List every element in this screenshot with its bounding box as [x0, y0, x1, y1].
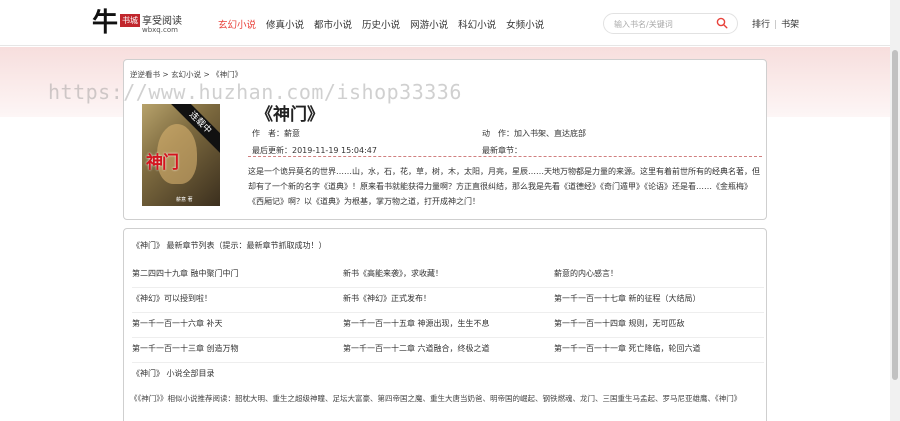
chapter-link[interactable]: 《神幻》可以授到啦！: [132, 293, 212, 304]
chapter-list-header: 《神门》 最新章节列表（提示：最新章节抓取成功！）: [132, 241, 327, 250]
chapter-link[interactable]: 第一千一百一十一章 死亡降临，轮回六道: [554, 343, 701, 354]
breadcrumb: 逆逆看书 > 玄幻小说 > 《神门》: [130, 69, 242, 80]
breadcrumb-category[interactable]: 玄幻小说: [171, 70, 201, 79]
divider: [248, 156, 762, 157]
updated-label: 最后更新：: [252, 146, 292, 155]
table-row: 第一千一百一十三章 创造万物 第一千一百一十二章 六道融合，终极之道 第一千一百…: [132, 338, 764, 363]
latest-label: 最新章节：: [482, 146, 522, 155]
book-cover[interactable]: 神门 薪意 著 连载中: [142, 104, 220, 206]
link-divider: |: [774, 20, 778, 30]
breadcrumb-home[interactable]: 逆逆看书: [130, 70, 160, 79]
full-catalog-link[interactable]: 《神门》 小说全部目录: [132, 368, 215, 379]
breadcrumb-sep: >: [201, 70, 213, 79]
chapter-link[interactable]: 第一千一百一十五章 神源出现，生生不息: [343, 318, 490, 329]
logo-char: 牛: [92, 8, 119, 38]
nav-item-nvpin[interactable]: 女频小说: [506, 17, 544, 31]
chapter-list-panel: 《神门》 最新章节列表（提示：最新章节抓取成功！） 第二四四十九章 融中聚门中门…: [123, 228, 767, 421]
latest-line: 最新章节：: [482, 145, 522, 156]
cover-author: 薪意 著: [176, 197, 193, 203]
category-nav: 玄幻小说 修真小说 都市小说 历史小说 网游小说 科幻小说 女频小说: [218, 17, 544, 31]
nav-item-kehuan[interactable]: 科幻小说: [458, 17, 496, 31]
cover-title: 神门: [146, 153, 179, 173]
chapter-grid: 第二四四十九章 融中聚门中门 新书《高能来袭》，求收藏！ 薪意的内心感言！ 《神…: [132, 263, 764, 363]
top-header: 牛 书城 享受阅读 wbxq.com 玄幻小说 修真小说 都市小说 历史小说 网…: [0, 0, 900, 46]
action-label: 动 作：: [482, 129, 514, 138]
header-links: 排行 | 书架: [752, 17, 799, 30]
chapter-link[interactable]: 第二四四十九章 融中聚门中门: [132, 268, 239, 279]
chapter-link[interactable]: 新书《高能来袭》，求收藏！: [343, 268, 443, 279]
book-info-panel: 逆逆看书 > 玄幻小说 > 《神门》 神门 薪意 著 连载中 《神门》 作 者：…: [123, 59, 767, 220]
updated-line: 最后更新：2019-11-19 15:04:47: [252, 145, 377, 156]
chapter-link[interactable]: 薪意的内心感言！: [554, 268, 618, 279]
nav-item-xuanhuan[interactable]: 玄幻小说: [218, 17, 256, 31]
updated-time: 2019-11-19 15:04:47: [292, 146, 377, 155]
table-row: 第二四四十九章 融中聚门中门 新书《高能来袭》，求收藏！ 薪意的内心感言！: [132, 263, 764, 288]
nav-item-dushi[interactable]: 都市小说: [314, 17, 352, 31]
book-title: 《神门》: [256, 105, 324, 125]
search-box: [603, 13, 738, 34]
chapter-link[interactable]: 第一千一百一十三章 创造万物: [132, 343, 239, 354]
search-input[interactable]: [614, 18, 714, 30]
logo-domain: wbxq.com: [142, 26, 178, 34]
table-row: 第一千一百一十六章 补天 第一千一百一十五章 神源出现，生生不息 第一千一百一十…: [132, 313, 764, 338]
book-intro: 这是一个诡异莫名的世界……山，水，石，花，草，树，木，太阳，月亮，星辰……天地万…: [248, 167, 760, 206]
author-name: 薪意: [284, 129, 300, 138]
author-label: 作 者：: [252, 129, 284, 138]
chapter-link[interactable]: 第一千一百一十六章 补天: [132, 318, 223, 329]
chapter-link[interactable]: 第一千一百一十七章 新的征程（大结局）: [554, 293, 701, 304]
nav-item-wangyou[interactable]: 网游小说: [410, 17, 448, 31]
rank-link[interactable]: 排行: [752, 20, 770, 30]
goto-bottom-link[interactable]: 直达底部: [554, 129, 586, 138]
logo-text: 享受阅读: [142, 16, 182, 27]
nav-item-xiuzhen[interactable]: 修真小说: [266, 17, 304, 31]
chapter-link[interactable]: 第一千一百一十二章 六道融合，终极之道: [343, 343, 490, 354]
search-icon[interactable]: [716, 17, 728, 29]
nav-item-lishi[interactable]: 历史小说: [362, 17, 400, 31]
site-logo[interactable]: 牛 书城 享受阅读 wbxq.com: [92, 8, 192, 40]
breadcrumb-current: 《神门》: [212, 70, 243, 79]
chapter-link[interactable]: 第一千一百一十四章 规则，无可匹敌: [554, 318, 685, 329]
bookshelf-link[interactable]: 书架: [781, 20, 799, 30]
logo-seal: 书城: [120, 14, 140, 27]
chapter-link[interactable]: 新书《神幻》正式发布！: [343, 293, 431, 304]
author-line: 作 者：薪意: [252, 128, 300, 139]
action-sep: 、: [546, 129, 554, 138]
scrollbar-thumb[interactable]: [892, 50, 898, 380]
recommend-text: 《《神门》》相似小说推荐阅读：韶枕大明、重生之超级神瞳、足坛大富豪、第四帝国之魔…: [130, 394, 742, 403]
table-row: 《神幻》可以授到啦！ 新书《神幻》正式发布！ 第一千一百一十七章 新的征程（大结…: [132, 288, 764, 313]
action-line: 动 作：加入书架、直达底部: [482, 128, 586, 139]
add-to-shelf-link[interactable]: 加入书架: [514, 129, 546, 138]
breadcrumb-sep: >: [160, 70, 172, 79]
